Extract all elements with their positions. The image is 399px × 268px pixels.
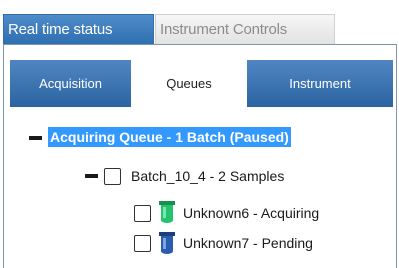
sample-checkbox[interactable]: [134, 205, 151, 222]
vial-pending-icon: [159, 232, 175, 254]
tab-instrument[interactable]: Instrument: [247, 60, 393, 107]
sample-checkbox[interactable]: [134, 235, 151, 252]
tab-instrument-controls[interactable]: Instrument Controls: [155, 14, 335, 44]
tab-queues[interactable]: Queues: [131, 60, 247, 107]
batch-label[interactable]: Batch_10_4 - 2 Samples: [131, 168, 284, 184]
batch-checkbox[interactable]: [104, 168, 121, 185]
inner-tab-strip: Acquisition Queues Instrument: [10, 60, 397, 107]
vial-acquiring-icon: [159, 201, 175, 223]
collapse-batch-icon[interactable]: [85, 174, 98, 178]
queue-label[interactable]: Acquiring Queue - 1 Batch (Paused): [48, 127, 291, 147]
sample-label[interactable]: Unknown7 - Pending: [183, 235, 313, 251]
tab-real-time-status[interactable]: Real time status: [3, 14, 154, 44]
collapse-queue-icon[interactable]: [29, 136, 42, 140]
sample-label[interactable]: Unknown6 - Acquiring: [183, 205, 319, 221]
tab-acquisition[interactable]: Acquisition: [10, 60, 131, 107]
